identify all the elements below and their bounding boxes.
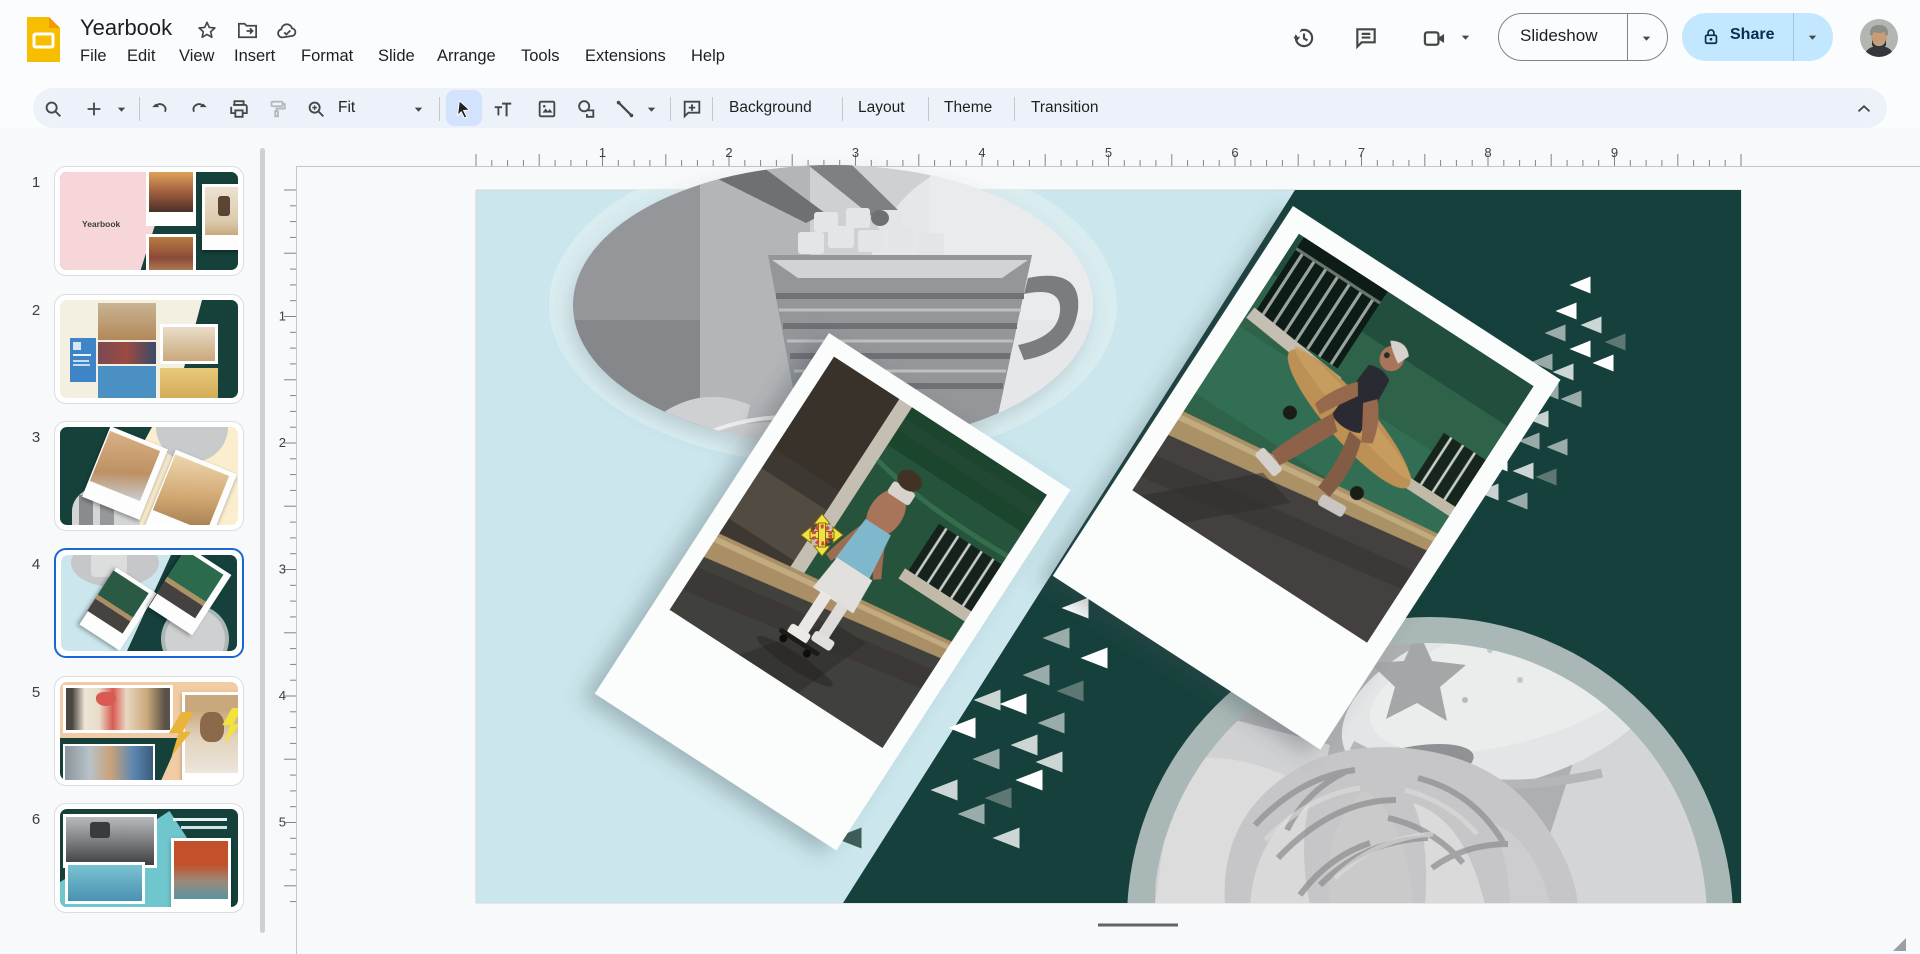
svg-text:4: 4 — [978, 145, 985, 160]
svg-text:7: 7 — [1358, 145, 1365, 160]
svg-text:2: 2 — [725, 145, 732, 160]
svg-text:2: 2 — [279, 435, 286, 450]
svg-text:3: 3 — [852, 145, 859, 160]
svg-text:1: 1 — [599, 145, 606, 160]
svg-text:5: 5 — [1105, 145, 1112, 160]
svg-text:3: 3 — [279, 562, 286, 577]
svg-text:1: 1 — [279, 309, 286, 324]
svg-text:5: 5 — [279, 815, 286, 830]
svg-text:9: 9 — [1611, 145, 1618, 160]
svg-text:4: 4 — [279, 688, 286, 703]
svg-text:8: 8 — [1484, 145, 1491, 160]
svg-text:6: 6 — [1231, 145, 1238, 160]
